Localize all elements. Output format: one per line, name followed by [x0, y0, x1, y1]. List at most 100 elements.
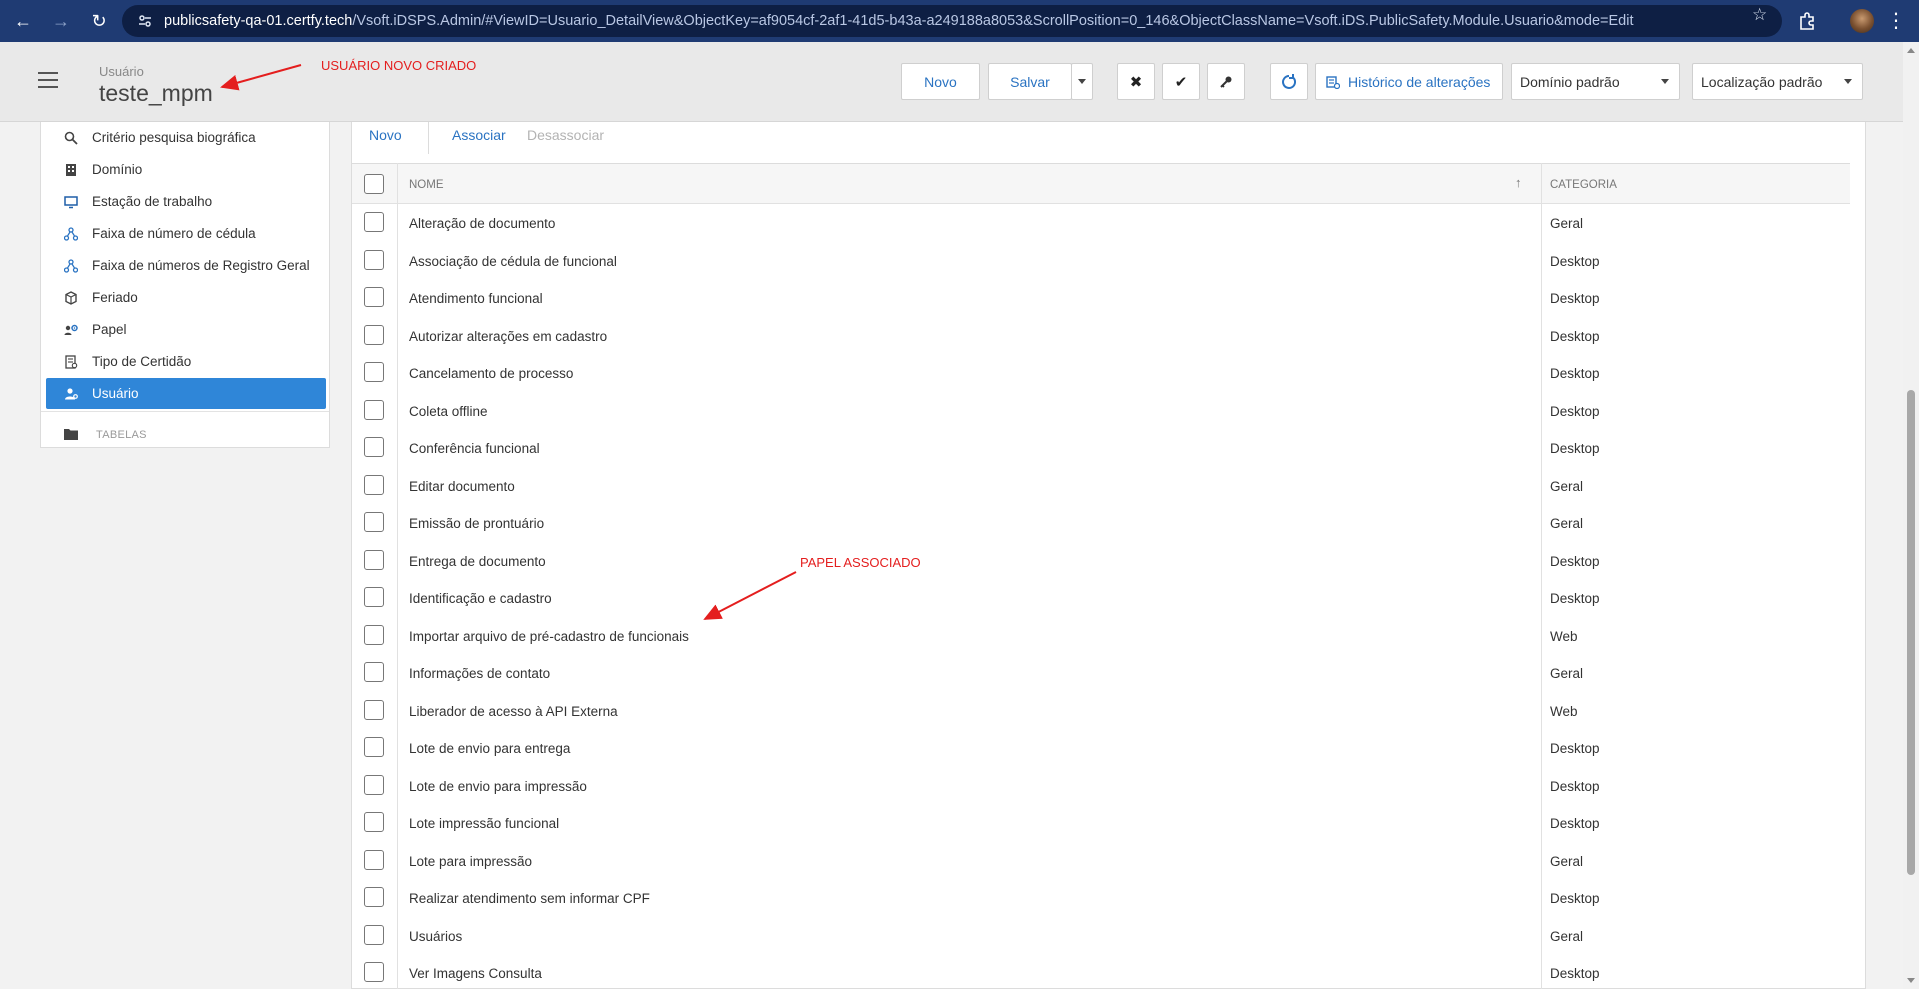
grid-new-button[interactable]: Novo: [369, 127, 402, 143]
back-icon[interactable]: ←: [8, 6, 38, 36]
roles-grid: NOME ↑ CATEGORIA Alteração de documento G…: [352, 163, 1850, 989]
scrollbar-thumb[interactable]: [1907, 390, 1915, 875]
table-row[interactable]: Conferência funcional Desktop: [352, 429, 1850, 467]
table-row[interactable]: Alteração de documento Geral: [352, 204, 1850, 242]
refresh-icon[interactable]: [1270, 63, 1308, 100]
row-checkbox[interactable]: [364, 212, 384, 232]
sidebar-item-feriado[interactable]: Feriado: [46, 282, 326, 313]
row-checkbox[interactable]: [364, 849, 384, 870]
row-checkbox[interactable]: [364, 587, 384, 607]
extensions-icon[interactable]: [1796, 10, 1818, 32]
table-row[interactable]: Emissão de prontuário Geral: [352, 504, 1850, 542]
row-checkbox[interactable]: [364, 774, 384, 795]
history-button[interactable]: Histórico de alterações: [1315, 63, 1503, 100]
chevron-down-icon: [1661, 79, 1669, 84]
row-checkbox[interactable]: [364, 887, 384, 907]
row-checkbox[interactable]: [364, 512, 384, 532]
row-checkbox[interactable]: [364, 924, 384, 945]
sidebar-item-criterio-pesquisa[interactable]: Critério pesquisa biográfica: [46, 122, 326, 153]
table-row[interactable]: Realizar atendimento sem informar CPF Des…: [352, 879, 1850, 917]
row-checkbox[interactable]: [364, 549, 384, 570]
close-icon[interactable]: ✖: [1117, 63, 1155, 100]
profile-avatar[interactable]: [1850, 9, 1874, 33]
cell-nome: Autorizar alterações em cadastro: [409, 328, 608, 344]
grid-toolbar: Novo Associar Desassociar: [352, 122, 1865, 162]
page-scrollbar[interactable]: [1903, 42, 1919, 989]
sort-ascending-icon[interactable]: ↑: [1515, 175, 1522, 190]
row-checkbox[interactable]: [364, 624, 384, 645]
table-row[interactable]: Usuários Geral: [352, 917, 1850, 955]
row-checkbox[interactable]: [364, 324, 384, 345]
associate-button[interactable]: Associar: [452, 127, 506, 143]
sidebar-item-faixa-cedula[interactable]: Faixa de número de cédula: [46, 218, 326, 249]
cell-categoria: Web: [1550, 628, 1578, 644]
table-row[interactable]: Liberador de acesso à API Externa Web: [352, 692, 1850, 730]
table-row[interactable]: Lote de envio para impressão Desktop: [352, 767, 1850, 805]
cell-nome: Associação de cédula de funcional: [409, 253, 617, 269]
table-row[interactable]: Importar arquivo de pré-cadastro de func…: [352, 617, 1850, 655]
forward-icon[interactable]: →: [46, 6, 76, 36]
check-icon[interactable]: ✔: [1162, 63, 1200, 100]
site-info-icon[interactable]: [136, 12, 154, 30]
row-checkbox[interactable]: [364, 287, 384, 307]
scroll-down-icon[interactable]: [1907, 978, 1915, 983]
sidebar-item-faixa-registro-geral[interactable]: Faixa de números de Registro Geral: [46, 250, 326, 281]
bookmark-star-icon[interactable]: ☆: [1752, 5, 1907, 25]
domain-select[interactable]: Domínio padrão: [1511, 63, 1680, 100]
chevron-down-icon: [1078, 79, 1086, 84]
table-row[interactable]: Autorizar alterações em cadastro Desktop: [352, 317, 1850, 355]
sidebar-group-label: TABELAS: [96, 429, 147, 441]
table-row[interactable]: Lote de envio para entrega Desktop: [352, 729, 1850, 767]
table-row[interactable]: Lote impressão funcional Desktop: [352, 804, 1850, 842]
row-checkbox[interactable]: [364, 474, 384, 495]
disassociate-button[interactable]: Desassociar: [527, 127, 604, 143]
table-row[interactable]: Associação de cédula de funcional Desktop: [352, 242, 1850, 280]
row-checkbox[interactable]: [364, 812, 384, 832]
sidebar-item-usuario[interactable]: Usuário: [46, 378, 326, 409]
hamburger-menu-icon[interactable]: [38, 72, 58, 88]
row-checkbox[interactable]: [364, 737, 384, 757]
save-dropdown-button[interactable]: [1071, 63, 1093, 100]
sidebar-item-estacao-trabalho[interactable]: Estação de trabalho: [46, 186, 326, 217]
table-row[interactable]: Identificação e cadastro Desktop: [352, 579, 1850, 617]
key-icon[interactable]: [1207, 63, 1245, 100]
sidebar-item-papel[interactable]: Papel: [46, 314, 326, 345]
table-row[interactable]: Editar documento Geral: [352, 467, 1850, 505]
select-all-checkbox[interactable]: [364, 174, 384, 194]
cell-categoria: Geral: [1550, 478, 1584, 494]
scroll-up-icon[interactable]: [1907, 48, 1915, 53]
row-checkbox[interactable]: [364, 399, 384, 420]
table-row[interactable]: Coleta offline Desktop: [352, 392, 1850, 430]
address-bar[interactable]: publicsafety-qa-01.certfy.tech/Vsoft.iDS…: [122, 5, 1782, 37]
row-checkbox[interactable]: [364, 362, 384, 382]
table-row[interactable]: Informações de contato Geral: [352, 654, 1850, 692]
row-checkbox[interactable]: [364, 699, 384, 720]
cell-nome: Lote impressão funcional: [409, 816, 560, 831]
column-header-nome[interactable]: NOME: [409, 179, 444, 191]
cell-categoria: Desktop: [1550, 328, 1600, 344]
row-checkbox[interactable]: [364, 662, 384, 682]
sidebar-item-dominio[interactable]: Domínio: [46, 154, 326, 185]
history-icon: [1326, 75, 1340, 89]
sidebar-group-tabelas[interactable]: TABELAS: [64, 422, 147, 448]
table-row[interactable]: Cancelamento de processo Desktop: [352, 354, 1850, 392]
cell-categoria: Geral: [1550, 516, 1584, 531]
sidebar-item-tipo-certidao[interactable]: Tipo de Certidão: [46, 346, 326, 377]
table-row[interactable]: Atendimento funcional Desktop: [352, 279, 1850, 317]
users-gear-icon: [62, 321, 80, 339]
cell-nome: Conferência funcional: [409, 441, 540, 456]
location-select[interactable]: Localização padrão: [1692, 63, 1863, 100]
row-checkbox[interactable]: [364, 437, 384, 457]
reload-icon[interactable]: ↻: [84, 6, 114, 36]
save-button[interactable]: Salvar: [988, 63, 1072, 100]
cell-categoria: Desktop: [1550, 966, 1600, 981]
column-header-categoria[interactable]: CATEGORIA: [1550, 179, 1617, 191]
row-checkbox[interactable]: [364, 249, 384, 270]
table-row[interactable]: Entrega de documento Desktop: [352, 542, 1850, 580]
new-button[interactable]: Novo: [901, 63, 980, 100]
browser-menu-icon[interactable]: ⋮: [1886, 8, 1906, 33]
cell-categoria: Desktop: [1550, 591, 1600, 606]
table-row[interactable]: Lote para impressão Geral: [352, 842, 1850, 880]
table-row[interactable]: Ver Imagens Consulta Desktop: [352, 954, 1850, 989]
row-checkbox[interactable]: [364, 962, 384, 982]
